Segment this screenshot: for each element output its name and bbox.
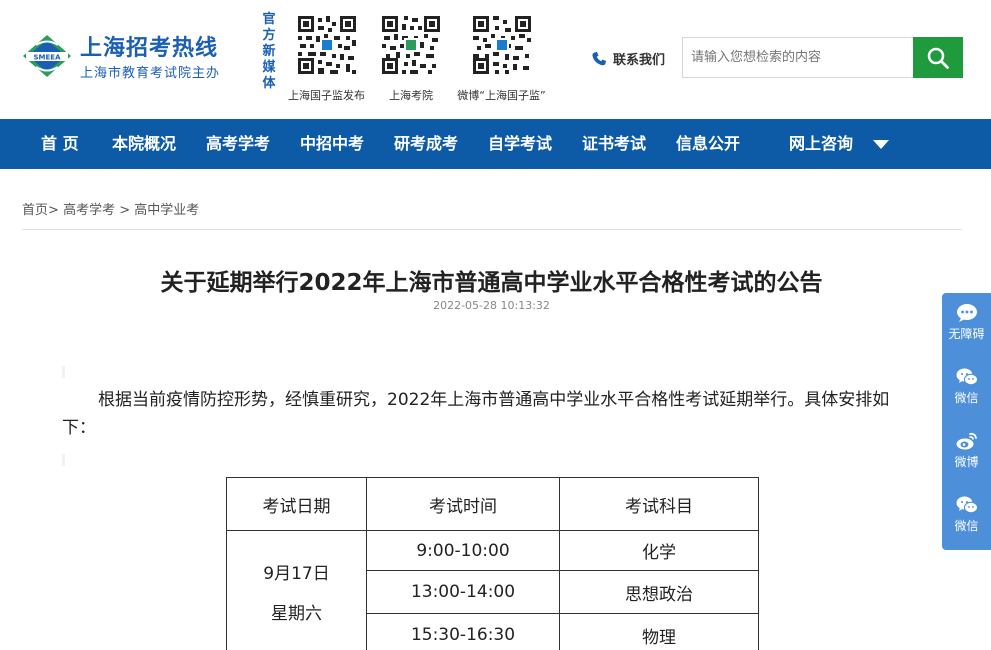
site-logo[interactable]: SMEEA 上海招考热线 上海市教育考试院主办 [22,28,227,88]
exam-schedule-table: 考试日期 考试时间 考试科目 9月17日 星期六 9:00-10:00 化学 1… [226,477,759,650]
qr-code-block: 上海考院 [380,14,442,103]
table-row: 9月17日 星期六 9:00-10:00 化学 [226,530,759,650]
contact-us-label: 联系我们 [613,53,666,68]
decorative-mark [62,366,65,378]
nav-item-home[interactable]: 首 页 [41,119,79,169]
logo-title: 上海招考热线 [80,36,219,61]
nav-item-zhongkao[interactable]: 中招中考 [300,119,364,169]
side-label: 微信 [954,519,979,533]
site-header: SMEEA 上海招考热线 上海市教育考试院主办 官方新媒体 上海国子监发布 上海… [0,0,991,119]
content-divider [22,229,962,230]
accessibility-button[interactable]: 无障碍 [942,293,991,357]
qr-caption: 微博“上海国子监” [457,89,546,102]
phone-icon [592,51,606,65]
article-paragraph: 根据当前疫情防控形势，经慎重研究，2022年上海市普通高中学业水平合格性考试延期… [62,390,890,438]
weibo-share-button[interactable]: 微博 [942,421,991,485]
wechat-icon [956,368,978,386]
article-timestamp: 2022-05-28 10:13:32 [433,299,550,312]
table-header-cell: 考试时间 [366,477,560,531]
qr-code-icon [470,14,533,76]
nav-item-about[interactable]: 本院概况 [112,119,176,169]
qr-caption: 上海考院 [389,89,433,102]
exam-date: 9月17日 [263,563,330,584]
weibo-icon [956,432,977,450]
exam-time-cell: 9:00-10:00 [366,530,560,571]
exam-subject-cell: 物理 [559,613,759,650]
article-title: 关于延期举行2022年上海市普通高中学业水平合格性考试的公告 [160,270,823,296]
nav-item-yankao[interactable]: 研考成考 [394,119,458,169]
qr-caption: 上海国子监发布 [288,89,365,102]
side-label: 微信 [954,391,979,405]
main-nav: 首 页 本院概况 高考学考 中招中考 研考成考 自学考试 证书考试 信息公开 网… [0,119,991,169]
search-icon [927,47,949,69]
nav-item-self-study[interactable]: 自学考试 [488,119,552,169]
floating-share-bar: 无障碍 微信 微博 微信 [942,293,991,550]
table-header-cell: 考试科目 [559,477,759,531]
qr-code-icon [295,14,358,76]
qr-code-icon [380,14,442,76]
nav-item-gaokao[interactable]: 高考学考 [206,119,270,169]
breadcrumb-gaokao[interactable]: 高考学考 [63,203,115,218]
breadcrumb-separator: > [48,203,59,218]
chat-bubble-icon [957,304,977,322]
side-label: 微博 [954,455,979,469]
table-header-cell: 考试日期 [226,477,367,531]
nav-item-online-consult[interactable]: 网上咨询 [789,119,853,169]
exam-time-cell: 15:30-16:30 [366,613,560,650]
nav-item-public-info[interactable]: 信息公开 [676,119,740,169]
nav-item-certificate[interactable]: 证书考试 [582,119,646,169]
search-input[interactable] [682,37,914,78]
qr-code-block: 上海国子监发布 [288,14,365,103]
qr-code-block: 微博“上海国子监” [450,14,553,103]
contact-us-link[interactable]: 联系我们 [591,49,665,68]
exam-time-cell: 13:00-14:00 [366,570,560,614]
logo-subtitle: 上海市教育考试院主办 [80,66,221,81]
exam-subject-cell: 化学 [559,530,759,571]
new-media-label: 官方新媒体 [262,12,276,91]
wechat-share-button[interactable]: 微信 [942,485,991,549]
search-button[interactable] [913,37,963,78]
breadcrumb-separator: > [119,203,131,218]
logo-badge-text: SMEEA [34,54,62,62]
exam-weekday: 星期六 [271,603,322,624]
decorative-mark [62,454,65,466]
breadcrumb-home[interactable]: 首页 [22,203,48,218]
table-header-row: 考试日期 考试时间 考试科目 [226,477,759,531]
smeea-logo-icon: SMEEA [23,35,71,77]
wechat-share-button[interactable]: 微信 [942,357,991,421]
chevron-down-icon[interactable] [873,140,889,149]
side-label: 无障碍 [948,327,985,341]
exam-subject-cell: 思想政治 [559,570,759,614]
breadcrumb-current[interactable]: 高中学业考 [134,203,199,218]
breadcrumb: 首页> 高考学考 > 高中学业考 [22,199,199,218]
exam-date-cell: 9月17日 星期六 [226,530,367,650]
wechat-icon [956,496,978,514]
